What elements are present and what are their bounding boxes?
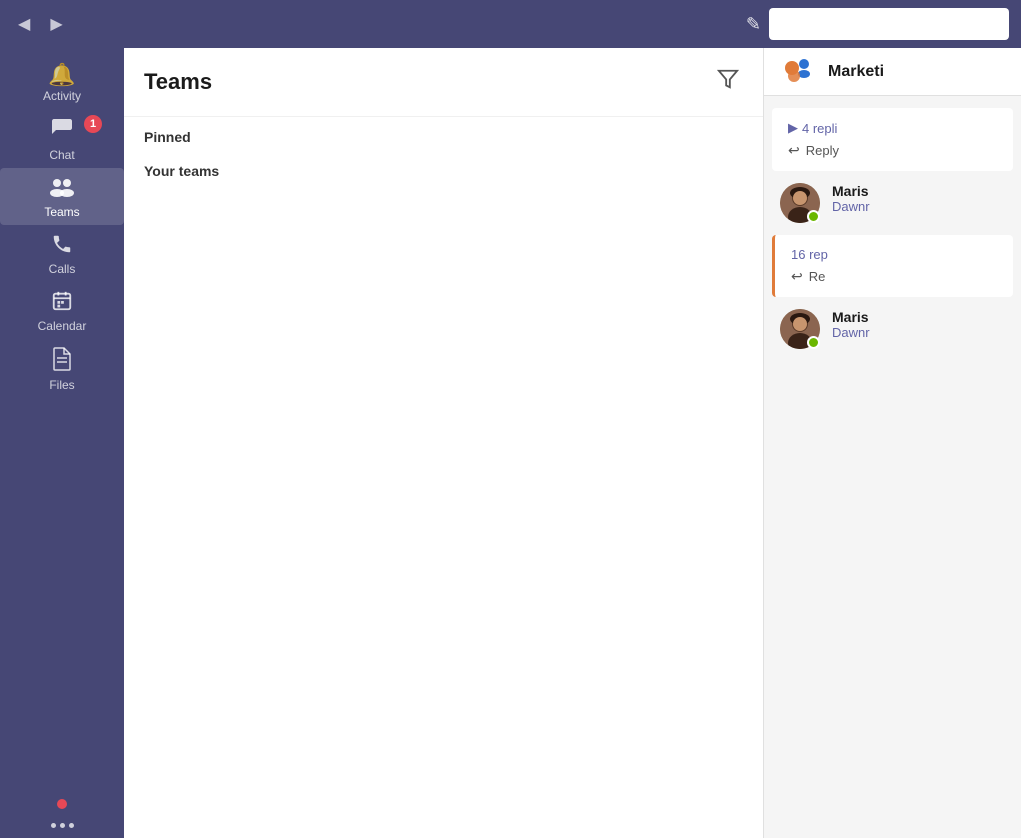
reply-icon-2: ↩ [791,268,803,285]
replies-count: ▶ 4 repli [788,120,997,136]
sidebar-item-calls[interactable]: Calls [0,225,124,282]
nav-arrows: ◀ ▶ [12,10,69,38]
triangle-icon: ▶ [788,120,798,136]
forward-button[interactable]: ▶ [44,10,68,38]
sidebar-label-activity: Activity [43,89,81,103]
pinned-label: Pinned [124,117,763,151]
right-header: Marketi [764,48,1021,96]
main-layout: 🔔 Activity Chat 1 Teams [0,48,1021,838]
dot3 [69,823,74,828]
messages-list: ▶ 4 repli ↩ Reply [764,96,1021,838]
notification-dot [57,799,67,809]
back-button[interactable]: ◀ [12,10,36,38]
search-input[interactable] [769,8,1009,40]
sidebar-item-chat[interactable]: Chat 1 [0,109,124,168]
teams-header: Teams [124,48,763,117]
dot1 [51,823,56,828]
replies-count-2: 16 rep [791,247,997,262]
more-button[interactable] [0,813,124,838]
chat-badge: 1 [84,115,102,133]
status-indicator [807,210,820,223]
avatar-wrap-2 [780,309,820,349]
teams-icon [49,176,75,202]
message-preview-2: Dawnr [832,325,1005,340]
team-name: Marketi [828,63,884,81]
replies-text-2: 16 rep [791,247,828,262]
reply-text-2: Re [809,269,826,284]
filter-button[interactable] [713,64,743,100]
sender-name-2: Maris [832,309,1005,325]
avatar-wrap [780,183,820,223]
teams-title: Teams [144,69,713,95]
status-indicator-2 [807,336,820,349]
sidebar-item-activity[interactable]: 🔔 Activity [0,56,124,109]
replies-text: 4 repli [802,121,837,136]
calls-icon [51,233,73,259]
files-icon [52,347,72,375]
activity-icon: 🔔 [48,64,75,86]
message-item-2: 16 rep ↩ Re [772,235,1013,297]
calendar-icon [51,290,73,316]
message-row: Maris Dawnr [764,175,1021,231]
reply-icon: ↩ [788,142,800,159]
team-icon [780,54,816,90]
compose-button[interactable]: ✎ [738,10,769,39]
right-panel: Marketi ▶ 4 repli ↩ Reply [764,48,1021,838]
sidebar-item-calendar[interactable]: Calendar [0,282,124,339]
sidebar-label-calendar: Calendar [38,319,87,333]
sidebar-label-teams: Teams [44,205,79,219]
message-item: ▶ 4 repli ↩ Reply [772,108,1013,171]
sidebar-label-files: Files [49,378,74,392]
sidebar: 🔔 Activity Chat 1 Teams [0,48,124,838]
teams-panel: Teams Pinned Your teams [124,48,764,838]
message-content-2: Maris Dawnr [832,309,1005,340]
your-teams-label: Your teams [124,151,763,185]
message-content: Maris Dawnr [832,183,1005,214]
chat-icon [50,117,74,145]
sidebar-label-chat: Chat [49,148,74,162]
top-bar: ◀ ▶ ✎ [0,0,1021,48]
sender-name: Maris [832,183,1005,199]
sidebar-item-teams[interactable]: Teams [0,168,124,225]
dot2 [60,823,65,828]
message-row-2: Maris Dawnr [764,301,1021,357]
reply-text: Reply [806,143,839,158]
sidebar-label-calls: Calls [49,262,76,276]
sidebar-item-files[interactable]: Files [0,339,124,398]
message-preview: Dawnr [832,199,1005,214]
